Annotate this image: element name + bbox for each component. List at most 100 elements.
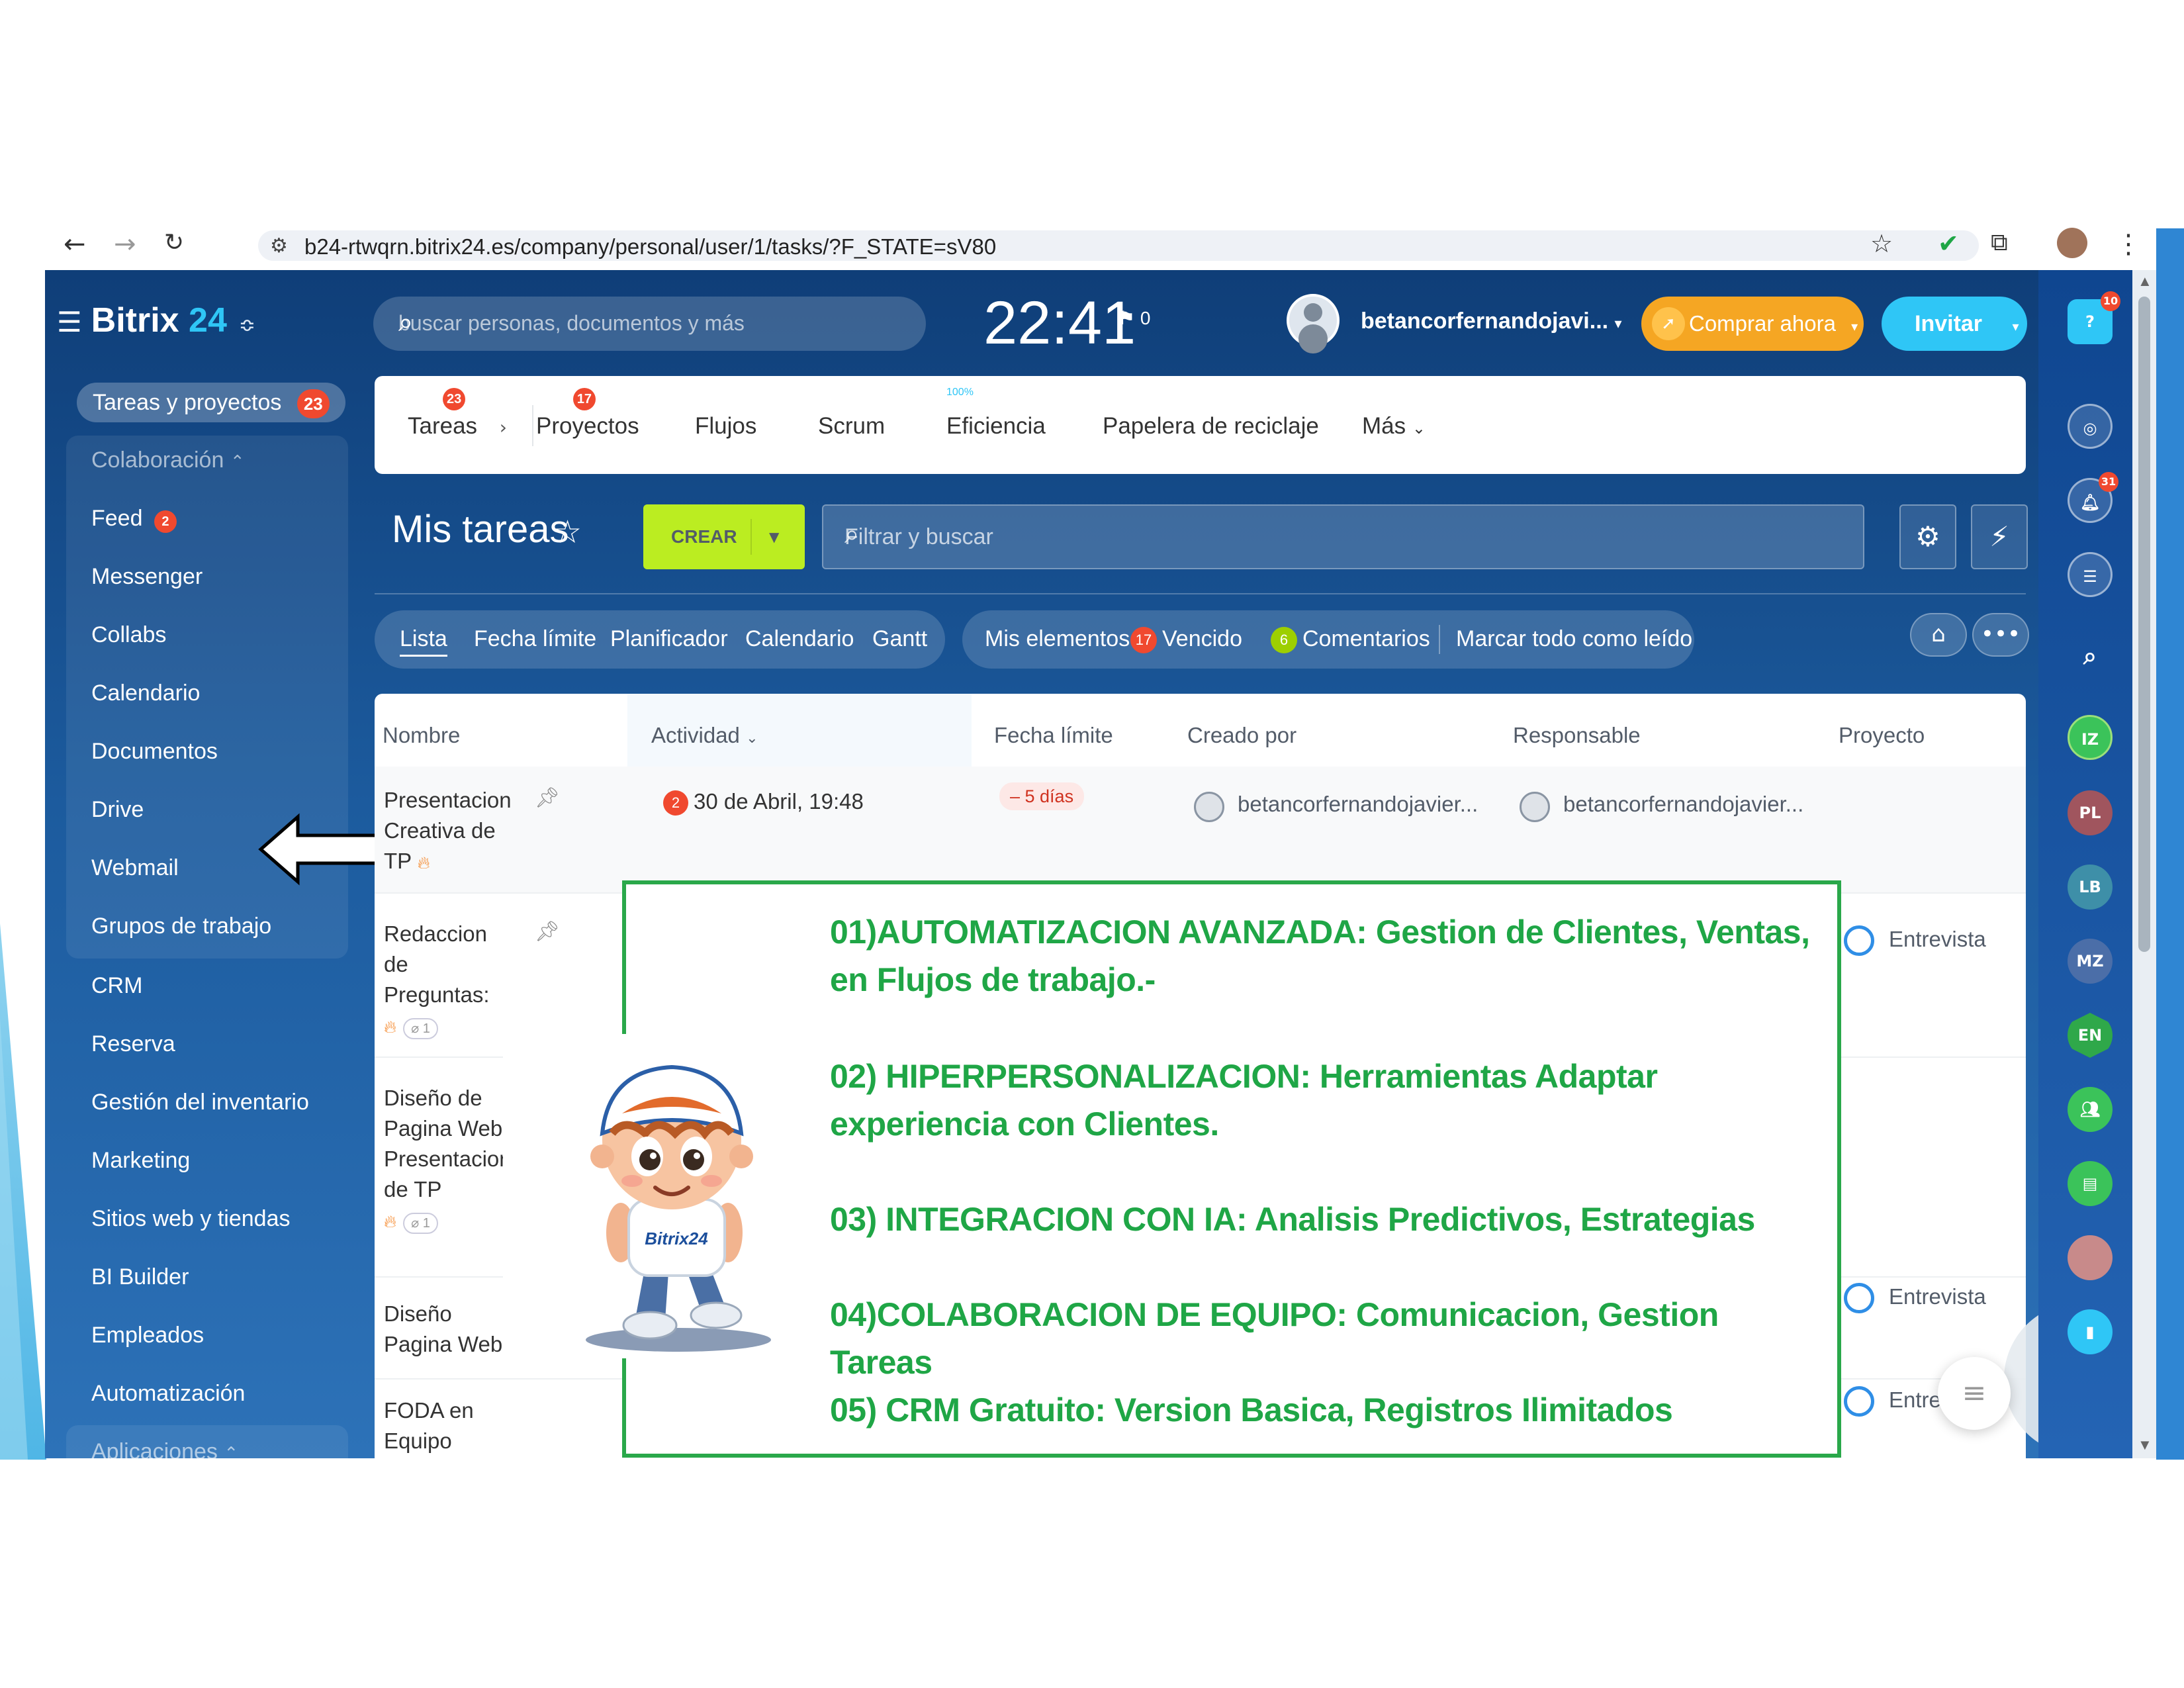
sidebar-item-marketing[interactable]: Marketing [91,1148,190,1174]
sidebar-item-tasks-projects[interactable]: Tareas y proyectos 23 [77,383,345,422]
scrollbar[interactable]: ▲ ▼ [2132,270,2156,1458]
search-icon[interactable]: ⌕ [2068,634,2113,679]
sidebar-item-bi-builder[interactable]: BI Builder [91,1264,189,1290]
pin-icon[interactable]: 📌︎ [535,786,560,810]
sidebar-item-webmail[interactable]: Webmail [91,855,179,881]
task-project[interactable]: Entrevista [1889,924,1986,955]
list-menu-icon[interactable]: ≡ [1938,1357,2011,1430]
scroll-up-icon[interactable]: ▲ [2138,273,2152,290]
column-header-created-by[interactable]: Creado por [1187,723,1297,748]
group-chat-icon[interactable]: 👥︎ [2068,1087,2113,1132]
task-name[interactable]: Diseño de Pagina Web Presentacion de TP … [384,1083,512,1237]
reload-icon[interactable]: ↻ [164,229,184,256]
pin-icon[interactable]: 📌︎ [535,920,560,943]
create-dropdown-icon[interactable]: ▼ [769,504,779,569]
sidebar-item-employees[interactable]: Empleados [91,1323,204,1348]
contact-avatar-photo[interactable] [2068,1235,2113,1280]
contact-avatar-mz[interactable]: MZ [2068,939,2113,984]
settings-gear-icon[interactable]: ⚙ [1899,504,1956,569]
logo-settings-icon[interactable]: ≎ [239,314,255,337]
tab-flows[interactable]: Flujos [695,413,756,440]
collaboration-group-toggle[interactable]: Colaboración ⌃ [91,447,245,473]
table-row[interactable] [375,767,2026,892]
sidebar-item-documents[interactable]: Documentos [91,739,218,765]
chat-icon[interactable]: ☰ [2068,552,2113,597]
tab-efficiency[interactable]: 100% Eficiencia [946,387,1046,440]
mark-all-read-link[interactable]: Marcar todo como leído [1456,626,1692,652]
global-search[interactable]: buscar personas, documentos y más ⌕ [373,297,926,351]
invite-button[interactable]: Invitar ▾ [1882,297,2027,351]
bookmark-icon[interactable]: ▮ [2068,1309,2113,1354]
forward-icon[interactable]: → [114,229,136,259]
sidebar-item-collabs[interactable]: Collabs [91,622,166,648]
bitrix-logo[interactable]: ☰ Bitrix 24 ≎ [57,301,255,340]
attachment-badge[interactable]: ⌀ 1 [403,1213,438,1234]
address-bar[interactable]: ⚙ b24-rtwqrn.bitrix24.es/company/persona… [258,230,1979,261]
sidebar-item-calendar[interactable]: Calendario [91,680,200,706]
flag-counter[interactable]: ⚑ 0 [1118,307,1150,329]
task-creator[interactable]: betancorfernandojavier... [1238,789,1478,820]
view-tab-gantt[interactable]: Gantt [872,626,927,652]
filter-search-input[interactable]: Filtrar y buscar ⌕ [822,504,1864,569]
tab-more[interactable]: Más ⌄ [1362,413,1426,440]
task-name[interactable]: Redaccion de Preguntas: 🔥︎ ⌀ 1 [384,919,490,1043]
comments-filter[interactable]: 6 Comentarios [1271,626,1430,653]
sidebar-item-crm[interactable]: CRM [91,973,142,999]
task-name[interactable]: Diseño Pagina Web [384,1299,502,1360]
scroll-down-icon[interactable]: ▼ [2138,1436,2152,1454]
sidebar-item-sites[interactable]: Sitios web y tiendas [91,1206,291,1232]
view-tab-calendar[interactable]: Calendario [745,626,854,652]
menu-burger-icon[interactable]: ☰ [57,306,82,338]
sidebar-item-messenger[interactable]: Messenger [91,564,203,590]
task-name[interactable]: FODA en Equipo [384,1395,474,1456]
contact-avatar-iz[interactable]: IZ [2068,715,2113,760]
column-header-project[interactable]: Proyecto [1839,723,1925,748]
column-header-activity[interactable]: Actividad ⌄ [651,723,758,748]
site-settings-icon[interactable]: ⚙ [270,234,288,258]
more-options-icon[interactable]: ••• [1972,613,2029,657]
attachment-badge[interactable]: ⌀ 1 [403,1018,438,1039]
extensions-icon[interactable]: ⧉ [1991,229,2008,257]
column-header-deadline[interactable]: Fecha límite [994,723,1113,748]
view-tab-list[interactable]: Lista [400,626,447,657]
task-project[interactable]: Entrevista [1889,1282,1986,1312]
sidebar-item-automation[interactable]: Automatización [91,1381,245,1407]
copilot-icon[interactable]: ◎ [2068,404,2113,449]
contact-avatar-pl[interactable]: PL [2068,790,2113,835]
browser-menu-icon[interactable]: ⋮ [2115,229,2142,259]
applications-group-toggle[interactable]: Aplicaciones ⌃ [91,1439,238,1458]
profile-avatar[interactable] [2057,228,2087,258]
view-tab-planner[interactable]: Planificador [610,626,728,652]
extension-check-icon[interactable]: ✔ [1938,229,1959,258]
create-button[interactable]: CREAR ▼ [643,504,805,569]
task-deadline[interactable]: – 5 días [999,780,1085,810]
sidebar-item-feed[interactable]: Feed 2 [91,506,177,533]
sidebar-item-drive[interactable]: Drive [91,797,144,823]
task-responsible[interactable]: betancorfernandojavier... [1563,789,1803,820]
bookmark-star-icon[interactable]: ☆ [1870,229,1893,258]
lightning-icon[interactable]: ⚡ [1971,504,2028,569]
column-header-name[interactable]: Nombre [383,723,460,748]
sidebar-item-booking[interactable]: Reserva [91,1031,175,1057]
robot-icon[interactable]: ⌂ [1910,613,1967,657]
help-icon[interactable]: ? 10 [2068,291,2120,344]
task-name[interactable]: Presentacion Creativa de TP 🔥︎ [384,785,512,878]
view-tab-deadline[interactable]: Fecha límite [474,626,596,652]
back-icon[interactable]: ← [64,229,86,259]
tab-tasks[interactable]: 23 Tareas › [408,388,507,440]
column-header-responsible[interactable]: Responsable [1513,723,1641,748]
search-icon[interactable]: ⌕ [398,307,906,338]
tab-scrum[interactable]: Scrum [818,413,885,440]
sidebar-item-workgroups[interactable]: Grupos de trabajo [91,914,271,939]
contact-avatar-lb[interactable]: LB [2068,865,2113,910]
user-avatar[interactable] [1287,294,1340,347]
tab-recycle-bin[interactable]: Papelera de reciclaje [1103,413,1319,440]
document-chat-icon[interactable]: ▤ [2068,1161,2113,1206]
user-menu[interactable]: betancorfernandojavi... ▾ [1361,308,1622,334]
buy-now-button[interactable]: ➚ Comprar ahora ▾ [1641,297,1864,351]
favorite-star-icon[interactable]: ☆ [553,514,582,551]
clock[interactable]: 22:41 [983,289,1136,358]
search-icon[interactable]: ⌕ [844,519,1844,549]
sidebar-item-inventory[interactable]: Gestión del inventario [91,1090,309,1115]
overdue-filter[interactable]: 17 Vencido [1130,626,1242,653]
